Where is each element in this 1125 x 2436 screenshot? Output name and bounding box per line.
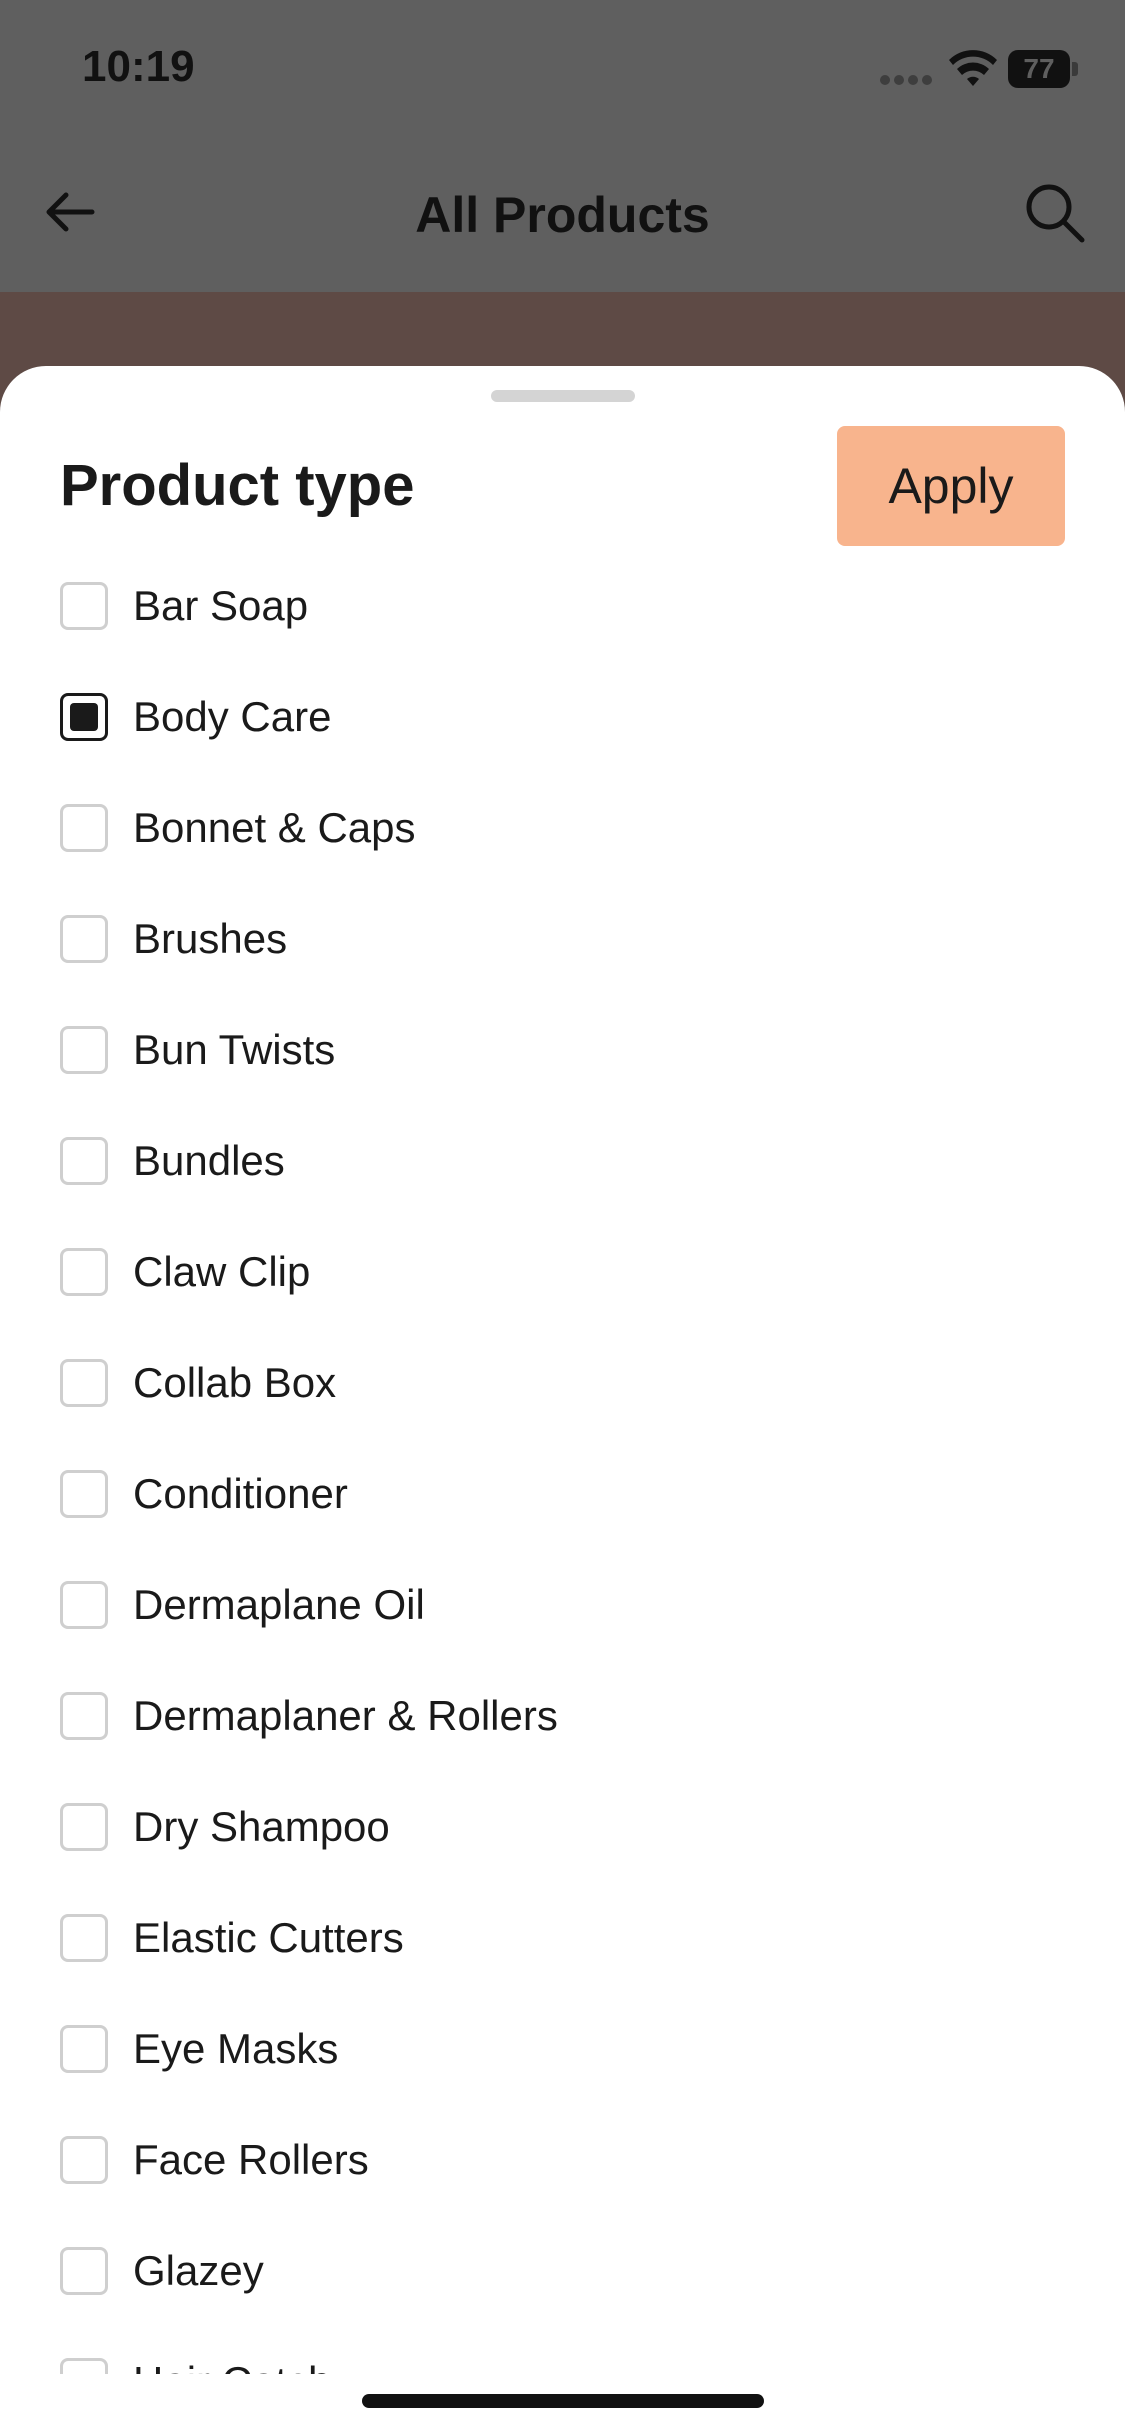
checkbox[interactable] (60, 1803, 108, 1851)
option-label: Elastic Cutters (133, 1914, 404, 1961)
checkbox[interactable] (60, 1026, 108, 1074)
wifi-icon (949, 50, 997, 86)
list-item[interactable]: Conditioner (0, 1440, 1125, 1551)
checkbox[interactable] (60, 804, 108, 852)
list-item[interactable]: Bonnet & Caps (0, 774, 1125, 885)
list-item[interactable]: Glazey (0, 2217, 1125, 2328)
list-item[interactable]: Bundles (0, 1107, 1125, 1218)
list-item[interactable]: Eye Masks (0, 1995, 1125, 2106)
checkbox[interactable] (60, 1470, 108, 1518)
checkbox[interactable] (60, 2358, 108, 2374)
list-item[interactable]: Dry Shampoo (0, 1773, 1125, 1884)
checkbox[interactable] (60, 1914, 108, 1962)
checkbox[interactable] (60, 2136, 108, 2184)
checkbox[interactable] (60, 693, 108, 741)
filter-sheet: Product type Apply Bar Soap Body Care Bonn… (0, 366, 1125, 2436)
option-label: Dry Shampoo (133, 1803, 390, 1850)
checkbox[interactable] (60, 2247, 108, 2295)
checkbox[interactable] (60, 1581, 108, 1629)
option-label: Face Rollers (133, 2136, 369, 2183)
sheet-title: Product type (60, 453, 415, 518)
battery-level: 77 (1008, 50, 1070, 88)
cellular-signal-icon (880, 72, 936, 85)
list-item[interactable]: Bun Twists (0, 996, 1125, 1107)
option-label: Glazey (133, 2247, 264, 2294)
sheet-grabber[interactable] (491, 390, 635, 402)
checkbox[interactable] (60, 1359, 108, 1407)
status-bar: 10:19 77 (0, 0, 1125, 140)
list-item[interactable]: Hair Catch (0, 2328, 1125, 2374)
list-item[interactable]: Collab Box (0, 1329, 1125, 1440)
checkbox[interactable] (60, 2025, 108, 2073)
option-label: Eye Masks (133, 2025, 339, 2072)
list-item[interactable]: Body Care (0, 663, 1125, 774)
option-label: Hair Catch (133, 2358, 331, 2374)
list-item[interactable]: Claw Clip (0, 1218, 1125, 1329)
product-type-list: Bar Soap Body Care Bonnet & Caps Brushes Bun… (0, 552, 1125, 2374)
option-label: Body Care (133, 693, 332, 740)
list-item[interactable]: Bar Soap (0, 552, 1125, 663)
checkbox[interactable] (60, 1692, 108, 1740)
option-label: Bun Twists (133, 1026, 336, 1073)
search-icon[interactable] (1022, 180, 1088, 246)
checkbox[interactable] (60, 1137, 108, 1185)
page-title: All Products (415, 187, 710, 243)
list-item[interactable]: Face Rollers (0, 2106, 1125, 2217)
option-label: Bar Soap (133, 582, 309, 629)
checkbox[interactable] (60, 915, 108, 963)
list-item[interactable]: Brushes (0, 885, 1125, 996)
screen: 10:19 77 All Products Product type Apply… (0, 0, 1125, 2436)
list-item[interactable]: Elastic Cutters (0, 1884, 1125, 1995)
list-item[interactable]: Dermaplane Oil (0, 1551, 1125, 1662)
option-label: Dermaplane Oil (133, 1581, 425, 1628)
battery-icon: 77 (1008, 50, 1078, 88)
option-label: Bonnet & Caps (133, 804, 416, 851)
option-label: Claw Clip (133, 1248, 311, 1295)
checkbox[interactable] (60, 582, 108, 630)
option-label: Brushes (133, 915, 288, 962)
checkbox[interactable] (60, 1248, 108, 1296)
apply-button[interactable]: Apply (837, 426, 1065, 546)
option-label: Bundles (133, 1137, 285, 1184)
home-indicator (362, 2394, 764, 2408)
nav-bar: All Products (0, 140, 1125, 292)
option-label: Dermaplaner & Rollers (133, 1692, 558, 1739)
status-time: 10:19 (82, 42, 195, 91)
option-label: Conditioner (133, 1470, 348, 1517)
option-label: Collab Box (133, 1359, 337, 1406)
list-item[interactable]: Dermaplaner & Rollers (0, 1662, 1125, 1773)
